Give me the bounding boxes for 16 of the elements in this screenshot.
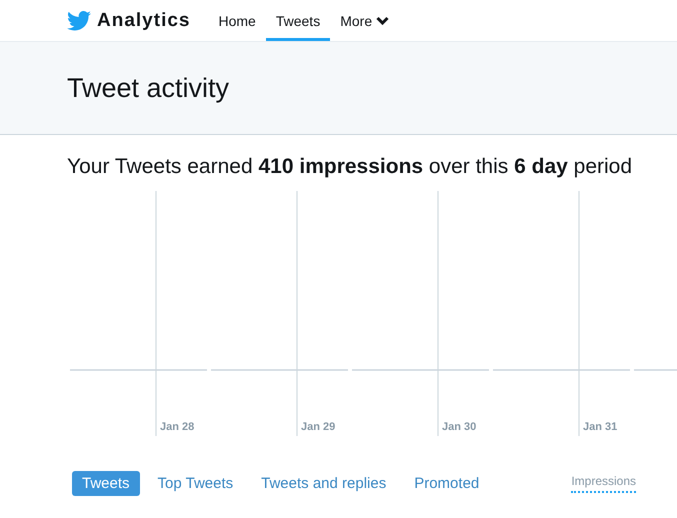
column-header[interactable]: Impressions: [571, 474, 636, 493]
bird-icon: [67, 10, 91, 30]
nav-link[interactable]: Home: [208, 0, 266, 41]
chevron-down-icon: [376, 16, 390, 26]
filter-tab[interactable]: Promoted: [404, 471, 490, 496]
date-label: Jan 31: [583, 421, 618, 433]
summary-text: Your Tweets earned 410 impressions over this 6 day period: [67, 155, 634, 179]
date-label: Jan 29: [301, 421, 336, 433]
filter-tab[interactable]: Tweets and replies: [251, 471, 396, 496]
brand-name: Analytics: [97, 10, 190, 32]
filter-tab[interactable]: Tweets: [72, 471, 140, 496]
date-label: Jan 28: [160, 421, 194, 433]
page-title: Tweet activity: [67, 72, 230, 104]
date-label: Jan 30: [442, 421, 476, 433]
filter-tab[interactable]: Top Tweets: [148, 471, 244, 496]
nav-link[interactable]: More: [330, 0, 400, 41]
